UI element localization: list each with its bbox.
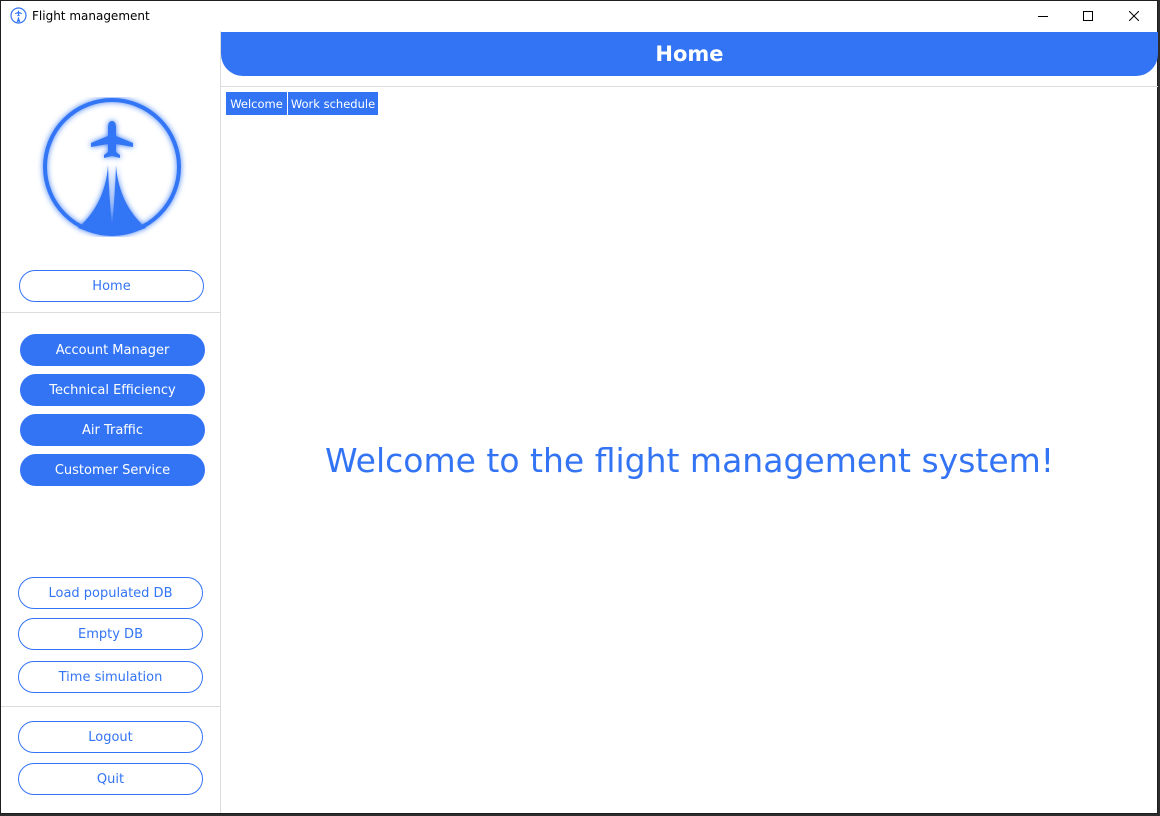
page-title: Home — [221, 32, 1158, 76]
tab-work-schedule[interactable]: Work schedule — [288, 92, 378, 115]
minimize-icon — [1038, 16, 1048, 17]
airplane-logo-icon — [43, 98, 181, 236]
home-button[interactable]: Home — [19, 270, 204, 302]
time-simulation-button[interactable]: Time simulation — [18, 661, 203, 693]
app-icon — [10, 7, 27, 24]
minimize-button[interactable] — [1020, 1, 1066, 31]
load-populated-db-button[interactable]: Load populated DB — [18, 577, 203, 609]
window-title: Flight management — [32, 9, 150, 23]
account-manager-button[interactable]: Account Manager — [20, 334, 205, 366]
welcome-message: Welcome to the flight management system! — [324, 441, 1055, 480]
empty-db-button[interactable]: Empty DB — [18, 618, 203, 650]
tab-welcome[interactable]: Welcome — [226, 92, 287, 115]
maximize-icon — [1083, 11, 1093, 21]
logout-button[interactable]: Logout — [18, 721, 203, 753]
close-icon — [1129, 11, 1139, 21]
sidebar-divider — [1, 312, 220, 313]
header-divider — [221, 86, 1158, 87]
quit-button[interactable]: Quit — [18, 763, 203, 795]
sidebar-divider — [1, 706, 220, 707]
title-bar[interactable]: Flight management — [1, 1, 1157, 31]
sidebar: Home Account Manager Technical Efficienc… — [1, 31, 221, 813]
technical-efficiency-button[interactable]: Technical Efficiency — [20, 374, 205, 406]
maximize-button[interactable] — [1065, 1, 1111, 31]
air-traffic-button[interactable]: Air Traffic — [20, 414, 205, 446]
close-button[interactable] — [1111, 1, 1157, 31]
app-window: Flight management Home Account Manager T… — [0, 0, 1158, 814]
customer-service-button[interactable]: Customer Service — [20, 454, 205, 486]
